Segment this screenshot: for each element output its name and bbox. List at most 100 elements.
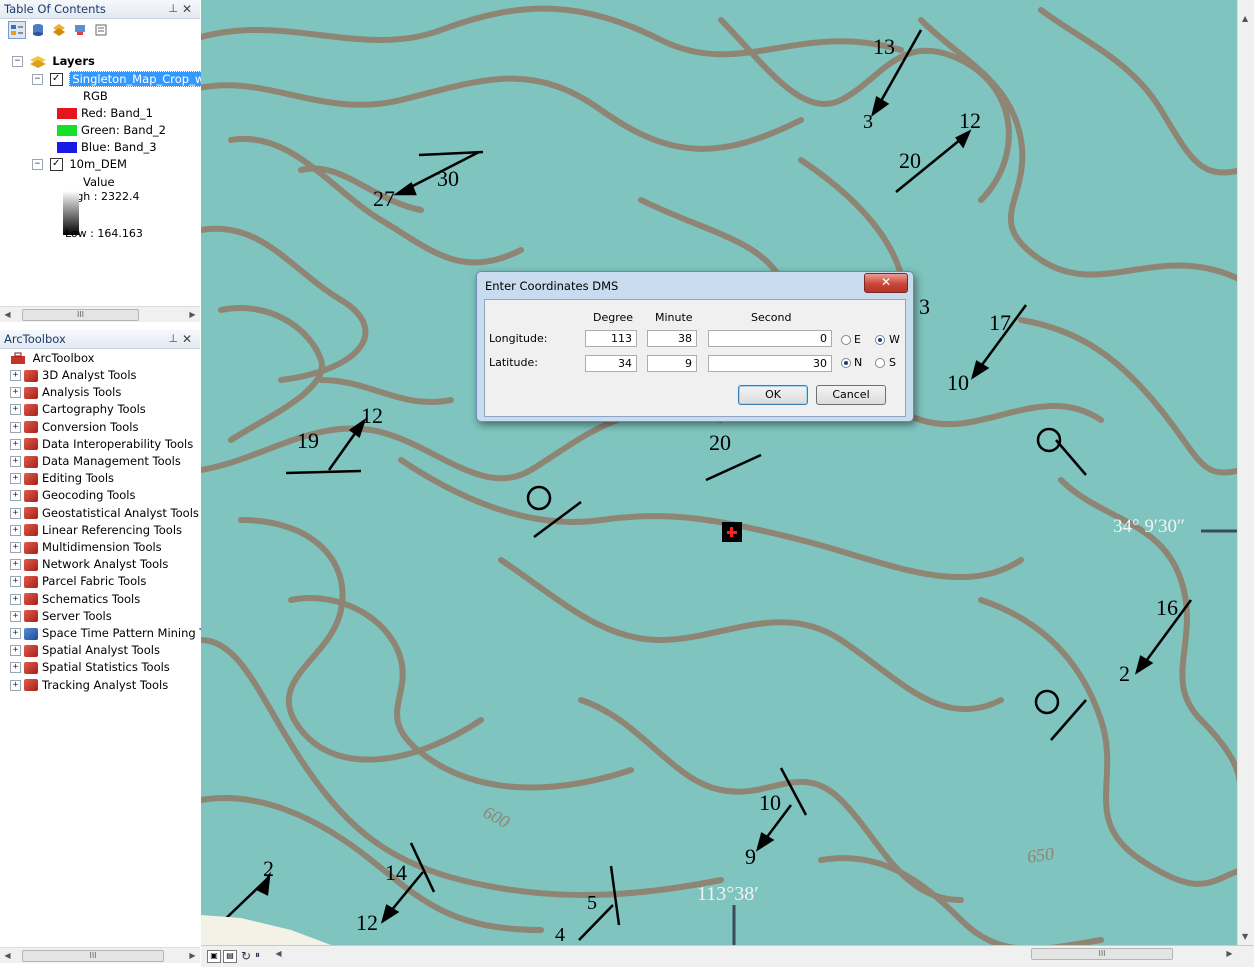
scroll-right-icon[interactable]: ▶ xyxy=(1222,946,1237,961)
expand-icon[interactable]: + xyxy=(10,404,21,416)
scroll-right-icon[interactable]: ▶ xyxy=(185,307,200,322)
latitude-second-input[interactable]: 30 xyxy=(708,355,832,372)
expand-icon[interactable]: + xyxy=(10,456,21,467)
layer-name-selected[interactable]: Singleton_Map_Crop_wit xyxy=(69,71,215,87)
layers-group-row[interactable]: − Layers xyxy=(12,53,95,70)
layout-view-button[interactable]: ▤ xyxy=(223,950,237,963)
dialog-close-button[interactable]: ✕ xyxy=(864,273,908,293)
pin-icon[interactable]: ⊥ xyxy=(168,0,178,18)
toolbox-root[interactable]: ArcToolbox xyxy=(10,350,94,367)
map-canvas[interactable] xyxy=(201,0,1237,945)
toolbox-item[interactable]: + Geostatistical Analyst Tools xyxy=(10,505,199,522)
latitude-minute-input[interactable]: 9 xyxy=(647,355,697,372)
expand-icon[interactable]: + xyxy=(10,628,21,639)
options-button[interactable] xyxy=(92,21,110,39)
toolbox-item[interactable]: + Schematics Tools xyxy=(10,591,140,608)
radio-north[interactable] xyxy=(841,358,851,368)
expand-icon[interactable]: + xyxy=(10,524,21,536)
scroll-thumb[interactable]: III xyxy=(1031,948,1173,960)
expand-icon[interactable]: + xyxy=(10,576,21,588)
longitude-minute-input[interactable]: 38 xyxy=(647,330,697,347)
map-vscroll[interactable]: ▲ ▼ xyxy=(1237,0,1254,945)
expand-icon[interactable]: + xyxy=(10,421,21,433)
scroll-thumb[interactable]: III xyxy=(22,950,164,962)
toolbox-icon xyxy=(24,421,38,434)
dialog-title: Enter Coordinates DMS xyxy=(485,279,619,293)
map-label-n14: 14 xyxy=(385,860,407,885)
map-label-n10b: 10 xyxy=(759,790,781,815)
scroll-left-icon[interactable]: ◀ xyxy=(0,307,15,322)
expand-icon[interactable]: + xyxy=(10,507,21,519)
scroll-left-icon[interactable]: ◀ xyxy=(0,948,15,963)
layer-visibility-checkbox[interactable]: ✓ xyxy=(49,158,63,171)
expand-icon[interactable]: + xyxy=(10,662,21,674)
radio-west[interactable] xyxy=(875,335,885,345)
collapse-icon[interactable]: − xyxy=(32,159,43,170)
collapse-icon[interactable]: − xyxy=(32,74,43,85)
data-view-button[interactable]: ▣ xyxy=(207,950,221,963)
list-by-source-button[interactable] xyxy=(29,21,47,39)
scroll-right-icon[interactable]: ▶ xyxy=(185,948,200,963)
enter-coordinates-dialog: Enter Coordinates DMS ✕ Degree Minute Se… xyxy=(476,271,914,422)
expand-icon[interactable]: + xyxy=(10,610,21,622)
longitude-second-input[interactable]: 0 xyxy=(708,330,832,347)
scroll-thumb[interactable]: III xyxy=(22,309,139,321)
list-by-selection-button[interactable] xyxy=(71,21,89,39)
toolbox-item-label: Parcel Fabric Tools xyxy=(42,574,147,589)
expand-icon[interactable]: + xyxy=(10,370,21,381)
toolbox-item[interactable]: + Linear Referencing Tools xyxy=(10,522,182,539)
toolbox-item[interactable]: + Network Analyst Tools xyxy=(10,556,168,573)
list-by-visibility-button[interactable] xyxy=(50,21,68,39)
layer-name[interactable]: 10m_DEM xyxy=(69,157,127,171)
toolbox-item[interactable]: + Data Interoperability Tools xyxy=(10,436,193,453)
expand-icon[interactable]: + xyxy=(10,490,21,502)
toc-hscroll[interactable]: ◀ III ▶ xyxy=(0,306,200,322)
ok-button[interactable]: OK xyxy=(738,385,808,405)
expand-icon[interactable]: + xyxy=(10,387,21,399)
close-icon[interactable]: ✕ xyxy=(182,330,192,348)
scroll-up-icon[interactable]: ▲ xyxy=(1242,14,1248,23)
longitude-degree-input[interactable]: 113 xyxy=(585,330,637,347)
expand-icon[interactable]: + xyxy=(10,679,21,691)
toolbox-hscroll[interactable]: ◀ III ▶ xyxy=(0,947,200,963)
close-icon[interactable]: ✕ xyxy=(182,0,192,18)
toolbox-item[interactable]: + Space Time Pattern Mining T xyxy=(10,625,206,642)
expand-icon[interactable]: + xyxy=(10,473,21,485)
pause-icon[interactable]: ⏸ xyxy=(255,950,260,961)
toolbox-item[interactable]: + Editing Tools xyxy=(10,470,114,487)
latitude-degree-input[interactable]: 34 xyxy=(585,355,637,372)
toolbox-icon xyxy=(24,438,38,451)
expand-icon[interactable]: + xyxy=(10,593,21,605)
map-view[interactable]: 13 3 12 20 30 27 3 17 10 19 12 20 16 2 10 9 2 14 12 5 4 600 65… xyxy=(201,0,1237,945)
pin-icon[interactable]: ⊥ xyxy=(168,330,178,348)
toolbox-item[interactable]: + Tracking Analyst Tools xyxy=(10,677,168,694)
toolbox-item[interactable]: + Parcel Fabric Tools xyxy=(10,573,146,590)
radio-south[interactable] xyxy=(875,358,885,368)
expand-icon[interactable]: + xyxy=(10,645,21,657)
toolbox-item[interactable]: + Multidimension Tools xyxy=(10,539,162,556)
map-label-n12a: 12 xyxy=(959,108,981,133)
toolbox-item[interactable]: + Analysis Tools xyxy=(10,384,121,401)
layer-row-singleton[interactable]: − ✓ Singleton_Map_Crop_wit xyxy=(32,71,215,88)
toolbox-item[interactable]: + Data Management Tools xyxy=(10,453,181,470)
refresh-icon[interactable]: ↻ xyxy=(241,949,251,963)
expand-icon[interactable]: + xyxy=(10,542,21,553)
expand-icon[interactable]: + xyxy=(10,559,21,571)
toolbox-item[interactable]: + Server Tools xyxy=(10,608,112,625)
toolbox-item[interactable]: + Spatial Statistics Tools xyxy=(10,659,170,676)
scroll-down-icon[interactable]: ▼ xyxy=(1242,932,1248,941)
toolbox-item[interactable]: + Geocoding Tools xyxy=(10,487,135,504)
collapse-icon[interactable]: − xyxy=(12,56,23,67)
cancel-button[interactable]: Cancel xyxy=(816,385,886,405)
toolbox-item[interactable]: + Cartography Tools xyxy=(10,401,146,418)
toolbox-item[interactable]: + Conversion Tools xyxy=(10,419,138,436)
radio-east[interactable] xyxy=(841,335,851,345)
toolbox-item[interactable]: + Spatial Analyst Tools xyxy=(10,642,160,659)
scroll-left-icon[interactable]: ◀ xyxy=(271,946,286,961)
layer-visibility-checkbox[interactable]: ✓ xyxy=(49,73,63,86)
layer-row-dem[interactable]: − ✓ 10m_DEM xyxy=(32,156,127,173)
map-hscroll[interactable]: ◀ III ▶ xyxy=(271,946,1237,961)
toolbox-item[interactable]: +3D Analyst Tools xyxy=(10,367,137,384)
list-by-drawing-order-button[interactable] xyxy=(8,21,26,39)
expand-icon[interactable]: + xyxy=(10,438,21,450)
